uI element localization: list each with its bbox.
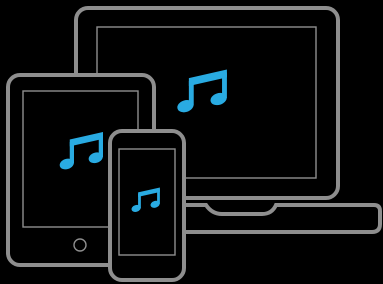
- phone-backing: [110, 131, 184, 280]
- devices-illustration: [0, 0, 383, 284]
- devices-illustration-svg: [6, 6, 382, 282]
- music-note-icon: [175, 69, 229, 115]
- phone: [108, 129, 186, 282]
